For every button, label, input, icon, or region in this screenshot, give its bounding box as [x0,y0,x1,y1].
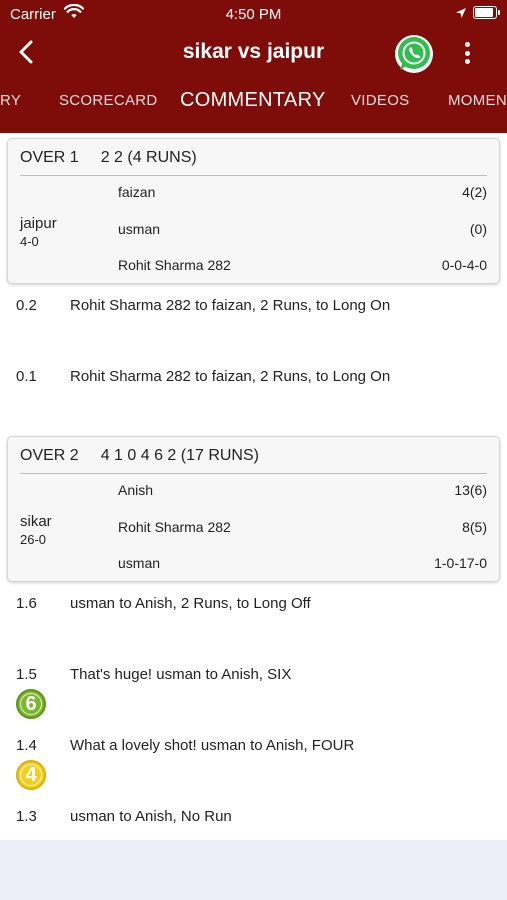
more-vertical-icon [464,42,470,47]
ball-text: What a lovely shot! usman to Anish, FOUR [70,737,355,754]
player-row: usman (0) [118,221,487,237]
footer-area [0,840,507,900]
player-name: Rohit Sharma 282 [118,257,231,273]
bowler-row: usman 1-0-17-0 [118,555,487,571]
tab-commentary[interactable]: COMMENTARY [180,89,326,112]
player-stat: 0-0-4-0 [441,257,487,273]
player-row: Anish 13(6) [118,482,487,498]
over-summary-card: OVER 1 2 2 (4 RUNS) jaipur 4-0 faizan 4(2… [7,138,500,284]
ball-text: That's huge! usman to Anish, SIX [70,666,292,683]
player-row: Rohit Sharma 282 8(5) [118,519,487,535]
status-bar: Carrier 4:50 PM [10,4,500,24]
batting-team: sikar 26-0 [20,513,52,547]
player-name: usman [118,555,161,571]
battery-icon [473,6,500,19]
ball-text: Rohit Sharma 282 to faizan, 2 Runs, to L… [70,368,391,385]
more-menu-button[interactable] [456,38,478,68]
ball-text: usman to Anish, 2 Runs, to Long Off [70,595,311,612]
batting-team: jaipur 4-0 [20,215,57,249]
player-name: Rohit Sharma 282 [118,519,231,535]
ball-number: 1.6 [16,595,37,612]
divider [20,175,487,176]
whatsapp-icon[interactable] [393,33,435,75]
app-header: Carrier 4:50 PM sikar vs jaipur RY SCORE… [0,0,507,133]
player-stat: 1-0-17-0 [434,555,487,571]
player-stat: (0) [469,221,487,237]
four-badge-icon: 4 [16,760,46,790]
commentary-feed[interactable]: OVER 1 2 2 (4 RUNS) jaipur 4-0 faizan 4(2… [0,133,507,840]
ball-number: 1.5 [16,666,37,683]
ball-text: usman to Anish, No Run [70,808,232,825]
player-row: faizan 4(2) [118,184,487,200]
player-stat: 8(5) [462,519,487,535]
ball-number: 1.3 [16,808,37,825]
player-name: Anish [118,482,154,498]
bowler-row: Rohit Sharma 282 0-0-4-0 [118,257,487,273]
over-runs: 2 2 (4 RUNS) [100,149,197,166]
location-arrow-icon [456,7,466,18]
over-runs: 4 1 0 4 6 2 (17 RUNS) [100,447,259,464]
tab-bar: RY SCORECARD COMMENTARY VIDEOS MOMEN [0,89,507,122]
tab-scorecard[interactable]: SCORECARD [59,92,158,109]
player-name: usman [118,221,161,237]
over-summary-card: OVER 2 4 1 0 4 6 2 (17 RUNS) sikar 26-0 A… [7,436,500,582]
over-header: OVER 2 4 1 0 4 6 2 (17 RUNS) [20,447,259,465]
ball-text: Rohit Sharma 282 to faizan, 2 Runs, to L… [70,297,391,314]
team-score: 4-0 [20,234,39,249]
player-name: faizan [118,184,156,200]
team-name: jaipur [20,215,57,232]
status-time: 4:50 PM [225,6,282,23]
six-badge-icon: 6 [16,689,46,719]
over-header: OVER 1 2 2 (4 RUNS) [20,149,197,167]
tab-moments[interactable]: MOMEN [448,92,507,109]
over-number: OVER 2 [20,447,79,464]
team-score: 26-0 [20,532,47,547]
player-stat: 13(6) [454,482,487,498]
divider [20,473,487,474]
over-number: OVER 1 [20,149,79,166]
ball-number: 0.2 [16,297,37,314]
team-name: sikar [20,513,52,530]
tab-summary[interactable]: RY [0,92,21,109]
player-stat: 4(2) [462,184,487,200]
ball-number: 1.4 [16,737,37,754]
ball-number: 0.1 [16,368,37,385]
tab-videos[interactable]: VIDEOS [351,92,409,109]
